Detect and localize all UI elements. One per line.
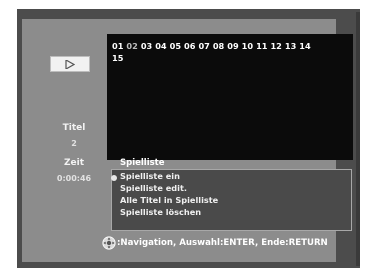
- navigation-hint: :Navigation, Auswahl:ENTER, Ende:RETURN: [117, 238, 328, 248]
- menu-header: Spielliste: [120, 158, 165, 168]
- time-label: Zeit: [63, 158, 85, 168]
- title-number[interactable]: 10: [242, 41, 253, 51]
- title-number[interactable]: 12: [270, 41, 281, 51]
- selection-bullet-icon: [111, 175, 117, 181]
- title-number[interactable]: 03: [141, 41, 152, 51]
- title-number[interactable]: 02: [126, 41, 137, 51]
- title-number[interactable]: 09: [227, 41, 238, 51]
- title-number[interactable]: 14: [299, 41, 310, 51]
- title-number[interactable]: 15: [112, 53, 123, 63]
- title-number[interactable]: 08: [213, 41, 224, 51]
- title-number[interactable]: 04: [155, 41, 166, 51]
- title-number[interactable]: 06: [184, 41, 195, 51]
- title-row: 01 02 03 04 05 06 07 08 09 10 11 12 13 14: [112, 40, 348, 52]
- title-label: Titel: [62, 123, 86, 133]
- title-number[interactable]: 05: [170, 41, 181, 51]
- title-row: 15: [112, 52, 348, 64]
- title-number[interactable]: 07: [198, 41, 209, 51]
- title-number[interactable]: 11: [256, 41, 267, 51]
- navigation-dpad-icon: [102, 236, 116, 250]
- time-value: 0:00:46: [56, 174, 92, 183]
- menu-item-playlist-edit[interactable]: Spielliste edit.: [120, 183, 187, 193]
- menu-item-playlist-on[interactable]: Spielliste ein: [120, 171, 180, 181]
- title-number-list: 01 02 03 04 05 06 07 08 09 10 11 12 13 14 15: [112, 40, 348, 64]
- title-value: 2: [71, 139, 77, 148]
- title-number[interactable]: 01: [112, 41, 123, 51]
- frame-edge: [356, 12, 360, 266]
- play-icon: [50, 56, 90, 72]
- title-number[interactable]: 13: [285, 41, 296, 51]
- menu-item-all-titles[interactable]: Alle Titel in Spielliste: [120, 195, 218, 205]
- menu-item-delete-playlist[interactable]: Spielliste löschen: [120, 207, 201, 217]
